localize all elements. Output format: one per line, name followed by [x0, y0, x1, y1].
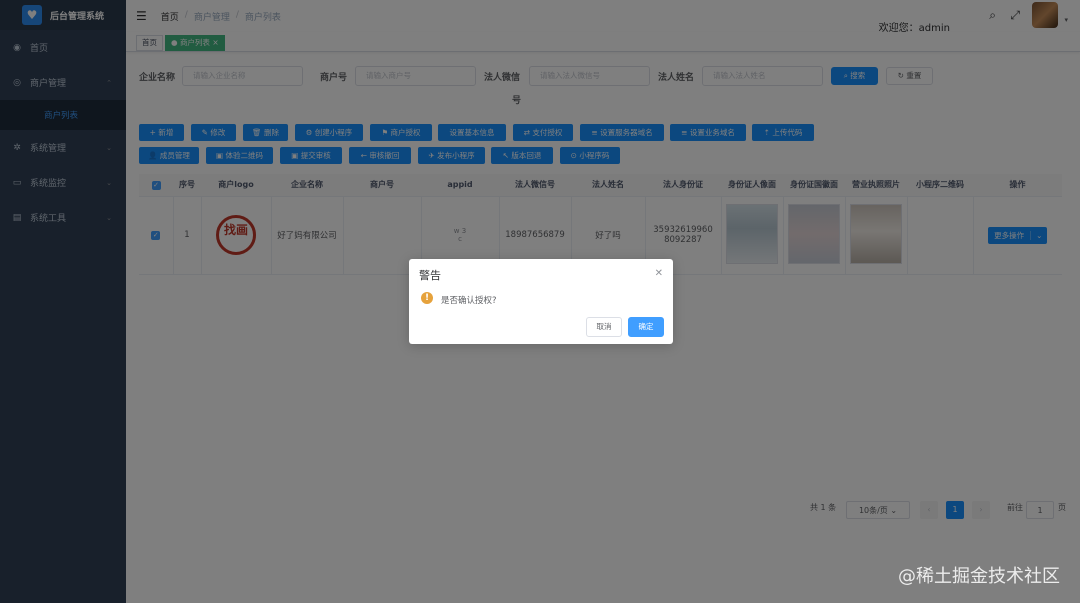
watermark: @稀土掘金技术社区	[898, 566, 1060, 587]
cancel-button[interactable]: 取消	[586, 317, 622, 337]
confirm-button[interactable]: 确定	[628, 317, 664, 337]
warning-icon: !	[421, 292, 433, 304]
dialog-title: 警告	[419, 269, 441, 282]
warning-dialog: 警告 ✕ ! 是否确认授权? 取消 确定	[409, 259, 673, 344]
dialog-message: 是否确认授权?	[441, 296, 497, 306]
close-icon[interactable]: ✕	[655, 268, 663, 279]
